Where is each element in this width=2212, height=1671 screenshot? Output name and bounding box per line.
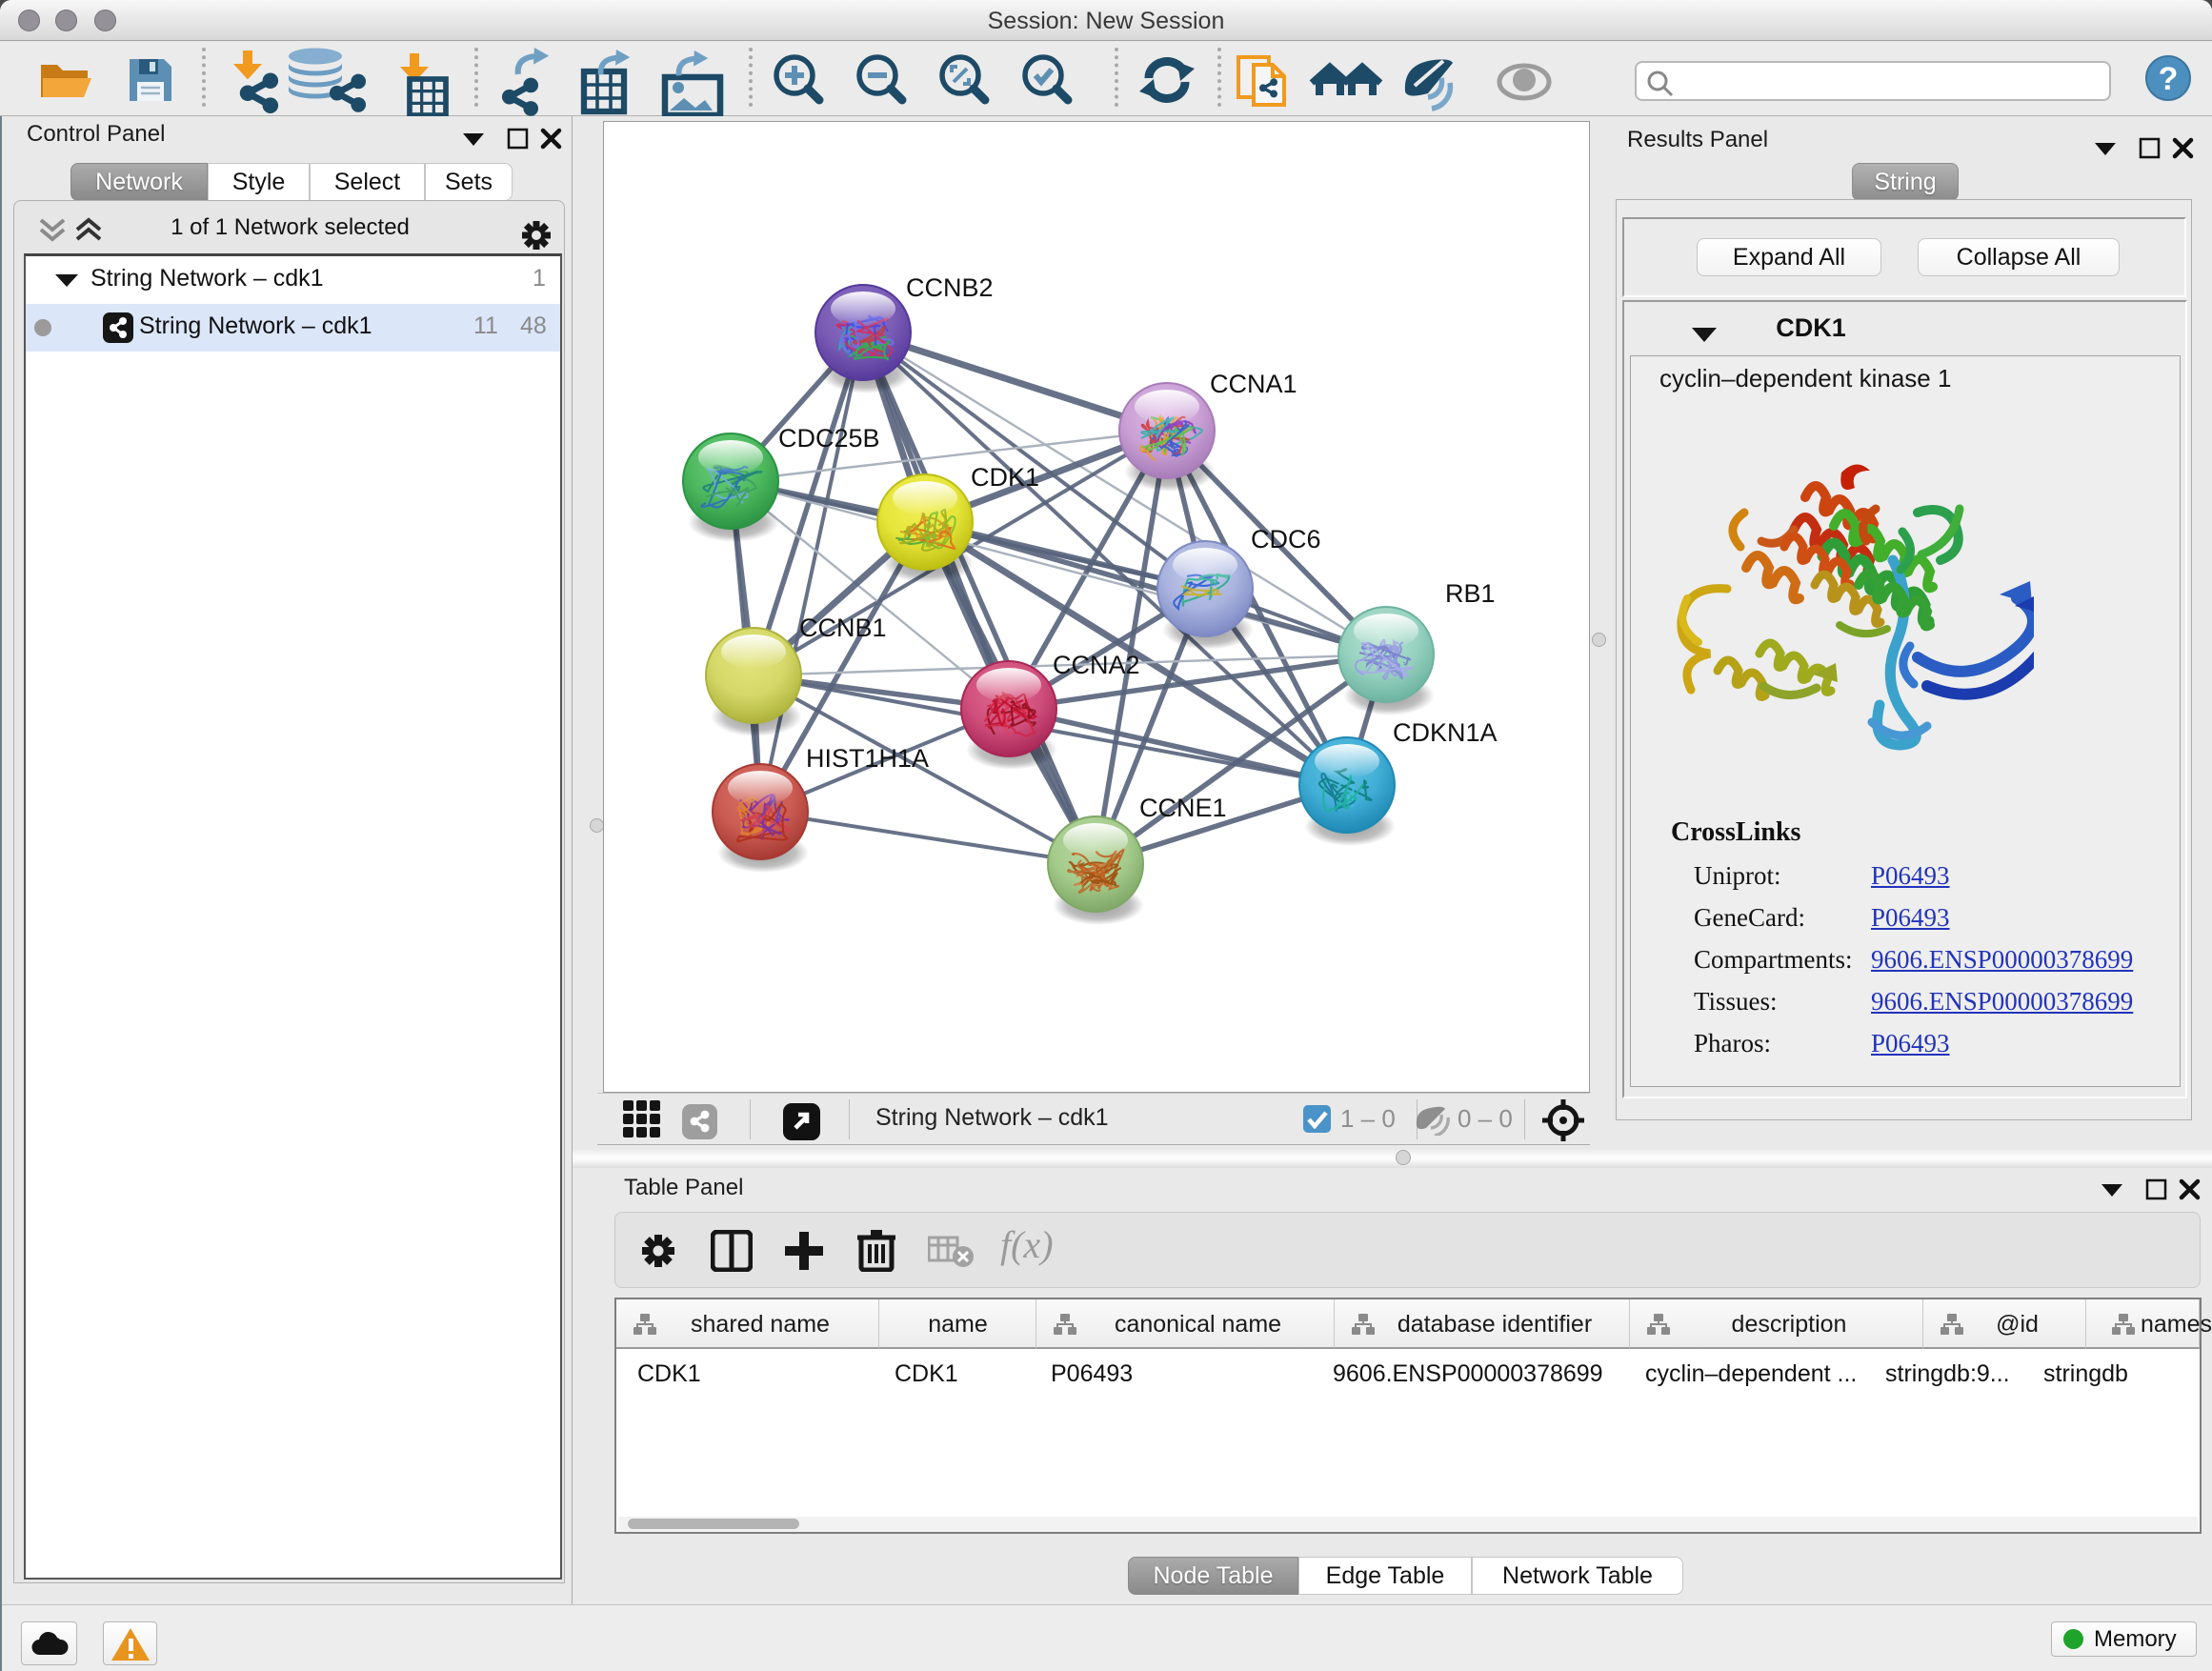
- svg-text:CDK1: CDK1: [971, 463, 1039, 492]
- svg-text:CDC6: CDC6: [1251, 525, 1321, 554]
- svg-text:CCNA1: CCNA1: [1210, 370, 1297, 398]
- svg-text:CDKN1A: CDKN1A: [1393, 718, 1498, 747]
- svg-text:CCNB2: CCNB2: [906, 273, 994, 302]
- svg-text:CCNA2: CCNA2: [1053, 651, 1140, 679]
- svg-text:HIST1H1A: HIST1H1A: [806, 744, 929, 773]
- svg-text:CCNB1: CCNB1: [799, 614, 887, 642]
- svg-text:CDC25B: CDC25B: [778, 424, 880, 453]
- svg-text:CCNE1: CCNE1: [1139, 794, 1227, 822]
- svg-text:RB1: RB1: [1445, 579, 1496, 608]
